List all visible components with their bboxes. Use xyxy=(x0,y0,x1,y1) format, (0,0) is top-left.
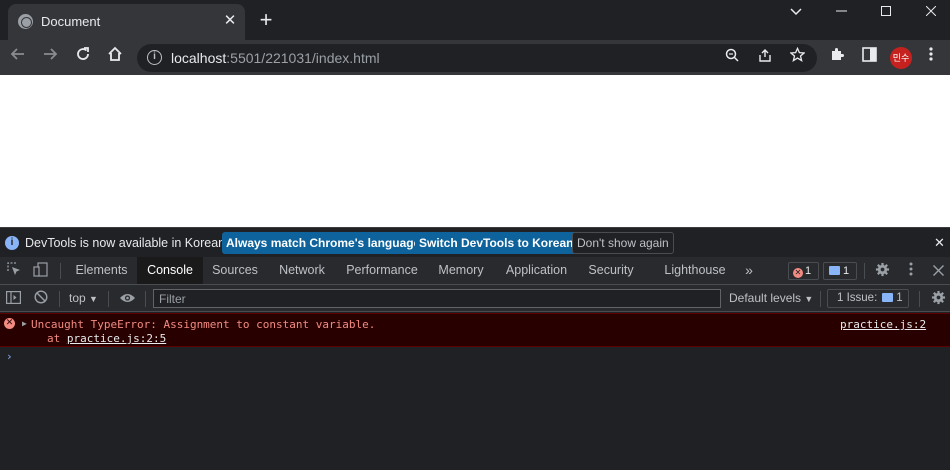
error-source-link[interactable]: practice.js:2 xyxy=(840,318,926,331)
console-error-message[interactable]: ✕ ▶ Uncaught TypeError: Assignment to co… xyxy=(0,313,950,347)
more-tabs-icon[interactable]: » xyxy=(739,257,759,284)
close-infobar-icon[interactable]: ✕ xyxy=(934,235,945,251)
tab-lighthouse[interactable]: Lighthouse xyxy=(656,257,734,284)
devtools-menu-icon[interactable] xyxy=(902,262,920,280)
toolbar-divider xyxy=(820,291,821,307)
error-count-badge[interactable]: ✕ 1 xyxy=(788,262,819,280)
new-tab-button[interactable]: + xyxy=(256,9,276,31)
site-info-icon[interactable]: i xyxy=(147,50,162,65)
tab-title: Document xyxy=(41,14,101,29)
url-text[interactable]: localhost:5501/221031/index.html xyxy=(171,50,380,66)
side-panel-icon[interactable] xyxy=(857,45,881,69)
switch-to-korean-button[interactable]: Switch DevTools to Korean xyxy=(415,232,578,254)
home-icon[interactable] xyxy=(103,45,127,69)
console-settings-gear-icon[interactable] xyxy=(929,290,947,308)
share-icon[interactable] xyxy=(754,47,776,69)
console-output: ✕ ▶ Uncaught TypeError: Assignment to co… xyxy=(0,312,950,470)
close-tab-icon[interactable]: ✕ xyxy=(221,12,239,30)
minimize-icon[interactable] xyxy=(831,3,851,21)
zoom-icon[interactable] xyxy=(721,47,743,69)
console-toolbar: top ▼ Filter Default levels ▼ 1 Issue: 1 xyxy=(0,285,950,312)
profile-avatar[interactable]: 민수 xyxy=(890,47,912,69)
infobar-message: DevTools is now available in Korean! xyxy=(25,236,229,250)
device-toolbar-icon[interactable] xyxy=(31,262,49,280)
extensions-puzzle-icon[interactable] xyxy=(825,45,849,69)
globe-icon xyxy=(18,14,33,29)
stack-frame-link[interactable]: practice.js:2:5 xyxy=(67,332,166,345)
devtools-tab-bar: Elements Console Sources Network Perform… xyxy=(0,257,950,285)
issues-button[interactable]: 1 Issue: 1 xyxy=(827,289,909,308)
toolbar-divider xyxy=(60,263,61,279)
toolbar-divider xyxy=(59,291,60,307)
forward-icon[interactable] xyxy=(38,45,62,69)
dont-show-again-button[interactable]: Don't show again xyxy=(572,232,674,254)
filter-placeholder: Filter xyxy=(159,292,186,306)
expand-triangle-icon[interactable]: ▶ xyxy=(22,319,27,328)
log-levels-dropdown[interactable]: Default levels ▼ xyxy=(729,291,813,305)
clear-console-icon[interactable] xyxy=(32,290,50,308)
tab-application[interactable]: Application xyxy=(495,257,578,284)
error-icon: ✕ xyxy=(793,268,803,278)
tab-search-icon[interactable] xyxy=(786,3,806,21)
browser-toolbar: i localhost:5501/221031/index.html 민수 xyxy=(0,40,950,75)
devtools-language-infobar: i DevTools is now available in Korean! A… xyxy=(0,227,950,257)
tab-performance[interactable]: Performance xyxy=(337,257,427,284)
toolbar-divider xyxy=(108,291,109,307)
close-devtools-icon[interactable] xyxy=(929,262,947,280)
maximize-icon[interactable] xyxy=(876,3,896,21)
settings-gear-icon[interactable] xyxy=(873,262,891,280)
error-icon: ✕ xyxy=(4,318,15,329)
tab-console[interactable]: Console xyxy=(137,257,203,284)
live-expression-eye-icon[interactable] xyxy=(118,290,136,308)
more-menu-icon[interactable] xyxy=(919,45,943,69)
error-text: Uncaught TypeError: Assignment to consta… xyxy=(31,318,376,331)
issue-message-icon xyxy=(882,293,894,302)
tab-elements[interactable]: Elements xyxy=(66,257,137,284)
toolbar-divider xyxy=(145,291,146,307)
tab-network[interactable]: Network xyxy=(267,257,337,284)
back-icon[interactable] xyxy=(6,45,30,69)
tab-sources[interactable]: Sources xyxy=(203,257,267,284)
inspect-element-icon[interactable] xyxy=(5,262,23,280)
address-bar[interactable]: i localhost:5501/221031/index.html xyxy=(137,44,817,72)
tab-strip: Document ✕ + xyxy=(0,0,950,40)
tab-security[interactable]: Security xyxy=(578,257,644,284)
context-selector[interactable]: top ▼ xyxy=(69,291,98,305)
toolbar-divider xyxy=(919,291,920,307)
info-icon: i xyxy=(5,236,19,250)
message-count-badge[interactable]: 1 xyxy=(823,262,857,280)
show-sidebar-icon[interactable] xyxy=(4,290,22,308)
stack-frame: at practice.js:2:5 xyxy=(47,332,167,345)
reload-icon[interactable] xyxy=(71,45,95,69)
browser-tab[interactable]: Document ✕ xyxy=(8,4,245,40)
tab-memory[interactable]: Memory xyxy=(427,257,495,284)
message-icon xyxy=(829,266,840,275)
page-viewport xyxy=(0,75,950,227)
console-prompt[interactable]: › xyxy=(6,350,13,363)
toolbar-divider xyxy=(864,263,865,279)
always-match-language-button[interactable]: Always match Chrome's language xyxy=(222,232,425,254)
filter-input[interactable]: Filter xyxy=(153,289,721,308)
bookmark-star-icon[interactable] xyxy=(786,46,808,69)
close-window-icon[interactable] xyxy=(921,3,941,21)
